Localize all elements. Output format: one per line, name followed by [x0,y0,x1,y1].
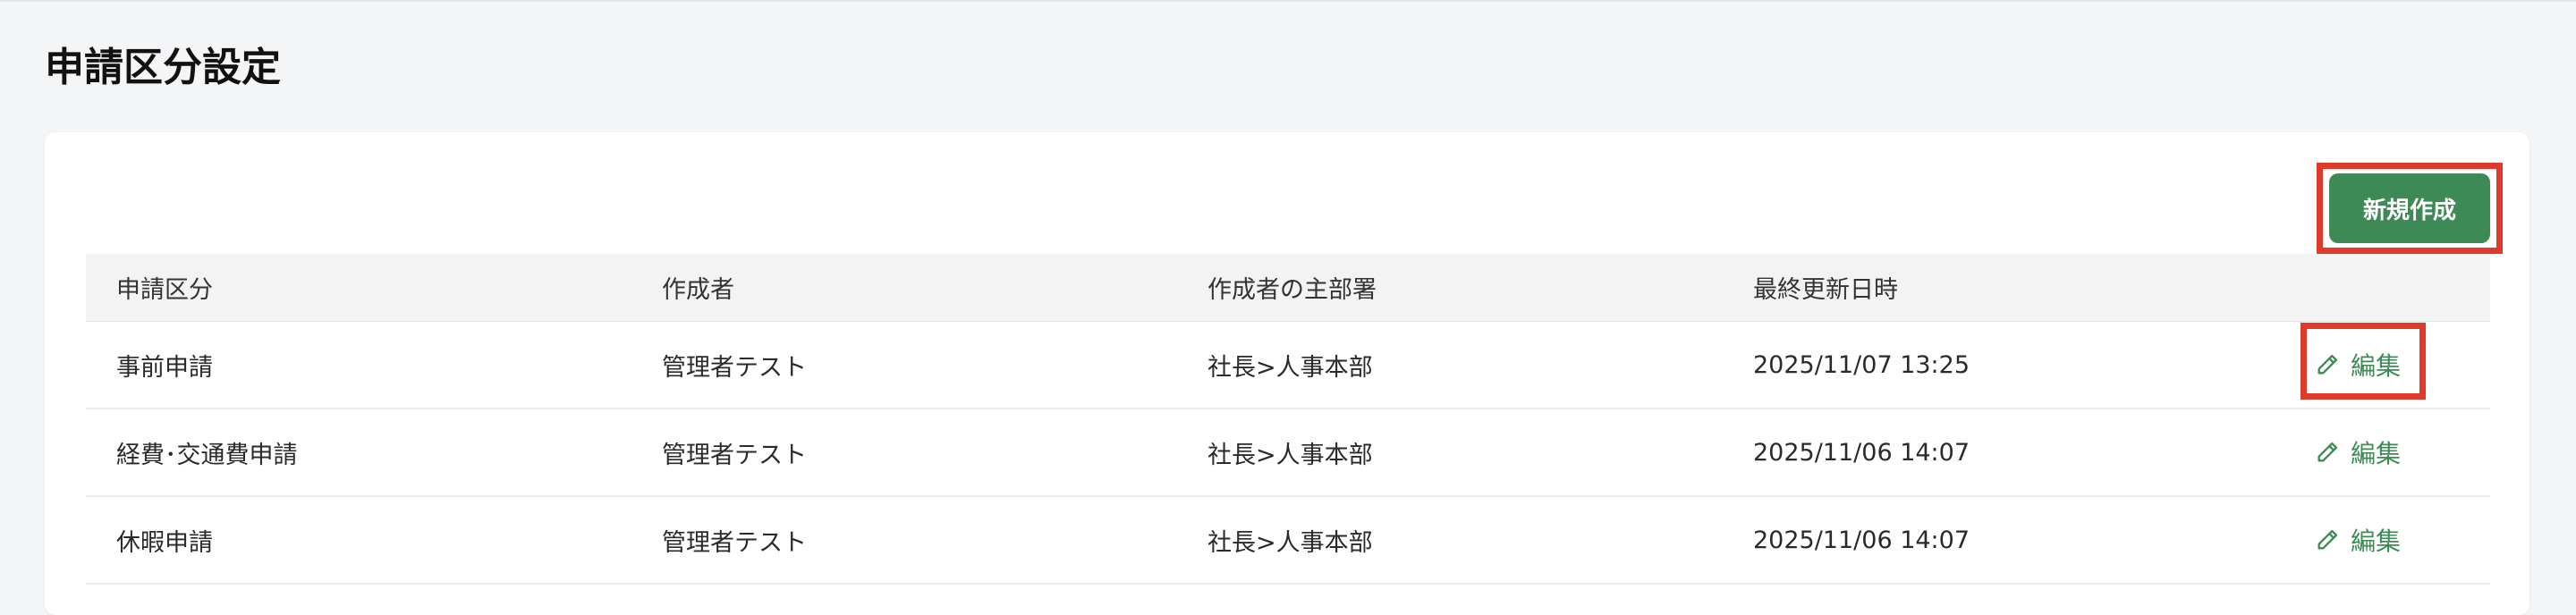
category-cell: 経費･交通費申請 [116,441,298,469]
edit-label: 編集 [2351,351,2402,381]
edit-button[interactable]: 編集 [2315,347,2401,383]
pencil-icon [2318,354,2338,375]
updated-cell: 2025/11/07 13:25 [1753,350,1970,379]
new-create-button[interactable]: 新規作成 [2329,173,2490,243]
table-row: 事前申請 管理者テスト 社長>人事本部 2025/11/07 13:25 編集 [86,322,2490,409]
edit-label: 編集 [2351,439,2402,468]
department-cell: 社長>人事本部 [1208,353,1373,382]
category-cell: 事前申請 [116,353,213,382]
table-row: 休暇申請 管理者テスト 社長>人事本部 2025/11/06 14:07 編集 [86,497,2490,585]
table-header: 申請区分 作成者 作成者の主部署 最終更新日時 [86,254,2490,322]
page-title: 申請区分設定 [45,45,281,90]
pencil-icon [2318,442,2338,462]
new-button-highlight: 新規作成 [2317,163,2503,254]
top-border [0,0,2576,2]
department-cell: 社長>人事本部 [1208,441,1373,469]
creator-cell: 管理者テスト [662,353,807,382]
updated-cell: 2025/11/06 14:07 [1753,438,1970,467]
edit-label: 編集 [2351,527,2402,556]
pencil-icon [2318,529,2338,550]
column-header-updated: 最終更新日時 [1753,276,1898,304]
column-header-category: 申請区分 [116,276,213,304]
creator-cell: 管理者テスト [662,441,807,469]
column-header-department: 作成者の主部署 [1208,276,1377,304]
table-row: 経費･交通費申請 管理者テスト 社長>人事本部 2025/11/06 14:07… [86,409,2490,497]
edit-button[interactable]: 編集 [2315,434,2401,470]
department-cell: 社長>人事本部 [1208,528,1373,557]
column-header-creator: 作成者 [662,276,734,304]
updated-cell: 2025/11/06 14:07 [1753,526,1970,554]
creator-cell: 管理者テスト [662,528,807,557]
category-cell: 休暇申請 [116,528,213,557]
edit-button[interactable]: 編集 [2315,522,2401,558]
category-table: 申請区分 作成者 作成者の主部署 最終更新日時 事前申請 管理者テスト 社長>人… [86,254,2490,585]
